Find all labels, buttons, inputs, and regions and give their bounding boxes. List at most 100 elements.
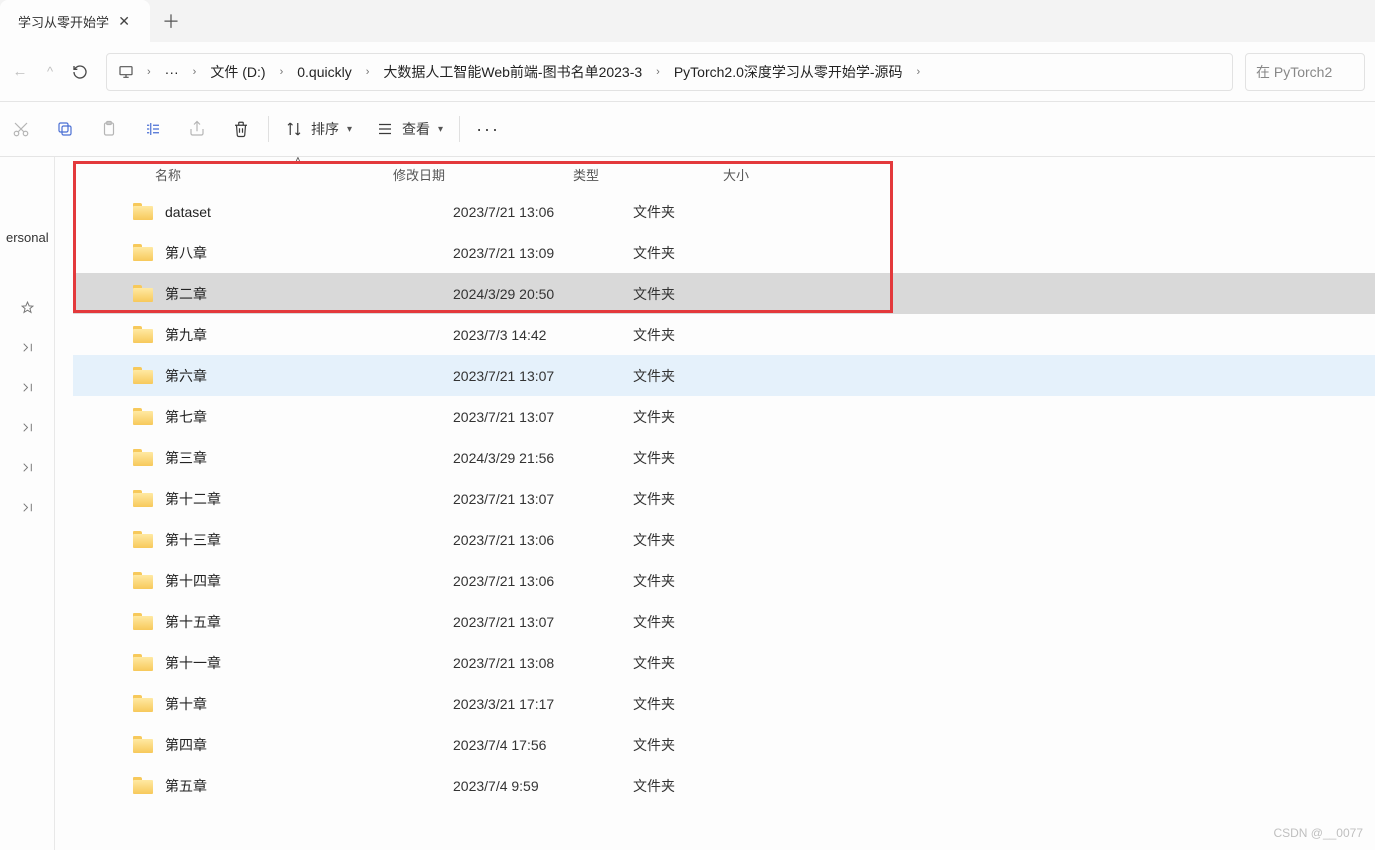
file-row[interactable]: dataset2023/7/21 13:06文件夹 [73, 191, 1375, 232]
file-date: 2023/7/21 13:07 [453, 491, 633, 507]
col-header-name[interactable]: 名称 [73, 165, 393, 184]
file-row[interactable]: 第九章2023/7/3 14:42文件夹 [73, 314, 1375, 355]
file-type: 文件夹 [633, 776, 783, 796]
cut-button[interactable] [0, 109, 44, 149]
file-name: 第十二章 [165, 489, 221, 509]
col-header-size[interactable]: 大小 [723, 165, 873, 184]
sidebar-item-personal[interactable]: ersonal [0, 217, 54, 257]
quick-access-pin[interactable] [0, 327, 54, 367]
file-row[interactable]: 第四章 2023/7/4 17:56文件夹 [73, 724, 1375, 765]
file-name: 第四章 [165, 735, 207, 755]
delete-button[interactable] [220, 109, 264, 149]
search-placeholder: 在 PyTorch2 [1256, 62, 1332, 82]
col-header-type[interactable]: 类型 [573, 165, 723, 184]
file-date: 2023/7/21 13:08 [453, 655, 633, 671]
file-row[interactable]: 第二章2024/3/29 20:50文件夹 [73, 273, 1375, 314]
file-row[interactable]: 第十四章 2023/7/21 13:06文件夹 [73, 560, 1375, 601]
view-label: 查看 [402, 119, 430, 139]
file-row[interactable]: 第三章 2024/3/29 21:56文件夹 [73, 437, 1375, 478]
breadcrumb-ellipsis[interactable]: ··· [161, 60, 183, 84]
breadcrumb-crumb[interactable]: 大数据人工智能Web前端-图书名单2023-3 [379, 58, 646, 86]
file-name: 第十章 [165, 694, 207, 714]
tab-bar: 学习从零开始学 ✕ ＋ [0, 0, 1375, 42]
file-name: 第九章 [165, 325, 207, 345]
file-type: 文件夹 [633, 530, 783, 550]
file-type: 文件夹 [633, 407, 783, 427]
chevron-right-icon: › [360, 66, 376, 78]
file-type: 文件夹 [633, 202, 783, 222]
file-type: 文件夹 [633, 571, 783, 591]
file-date: 2023/7/21 13:07 [453, 614, 633, 630]
file-row[interactable]: 第十三章2023/7/21 13:06文件夹 [73, 519, 1375, 560]
quick-access-pin[interactable] [0, 407, 54, 447]
refresh-button[interactable] [60, 52, 100, 92]
chevron-down-icon: ▾ [347, 124, 352, 135]
file-name: 第七章 [165, 407, 207, 427]
breadcrumb-crumb[interactable]: 0.quickly [293, 60, 355, 84]
sort-button[interactable]: 排序 ▾ [273, 109, 364, 149]
file-name: 第十四章 [165, 571, 221, 591]
folder-icon [133, 531, 155, 549]
file-row[interactable]: 第八章2023/7/21 13:09文件夹 [73, 232, 1375, 273]
folder-icon [133, 367, 155, 385]
rename-button[interactable] [132, 109, 176, 149]
file-date: 2023/3/21 17:17 [453, 696, 633, 712]
folder-icon [133, 244, 155, 262]
search-input[interactable]: 在 PyTorch2 [1245, 53, 1365, 91]
file-row[interactable]: 第十二章2023/7/21 13:07文件夹 [73, 478, 1375, 519]
file-row[interactable]: 第十一章 2023/7/21 13:08文件夹 [73, 642, 1375, 683]
file-name: 第十三章 [165, 530, 221, 550]
more-button[interactable]: ··· [464, 109, 512, 149]
back-button[interactable]: ← [0, 52, 40, 92]
folder-icon [133, 285, 155, 303]
close-tab-icon[interactable]: ✕ [112, 11, 136, 32]
copy-button[interactable] [44, 109, 88, 149]
file-row[interactable]: 第六章2023/7/21 13:07文件夹 [73, 355, 1375, 396]
column-headers[interactable]: ˄ 名称 修改日期 类型 大小 [73, 157, 1375, 191]
file-date: 2023/7/4 17:56 [453, 737, 633, 753]
breadcrumb[interactable]: › ··· › 文件 (D:) › 0.quickly › 大数据人工智能Web… [106, 53, 1233, 91]
file-type: 文件夹 [633, 448, 783, 468]
share-button[interactable] [176, 109, 220, 149]
file-date: 2023/7/21 13:07 [453, 409, 633, 425]
col-header-date[interactable]: 修改日期 [393, 165, 573, 184]
file-type: 文件夹 [633, 653, 783, 673]
quick-access-pin[interactable] [0, 447, 54, 487]
quick-access-pin[interactable] [0, 487, 54, 527]
file-date: 2023/7/21 13:07 [453, 368, 633, 384]
file-type: 文件夹 [633, 243, 783, 263]
file-name: 第三章 [165, 448, 207, 468]
chevron-right-icon: › [141, 66, 157, 78]
up-button[interactable]: ^ [40, 52, 60, 92]
file-row[interactable]: 第五章2023/7/4 9:59文件夹 [73, 765, 1375, 806]
file-date: 2024/3/29 21:56 [453, 450, 633, 466]
file-name: 第二章 [165, 284, 207, 304]
main-area: ersonal ˄ 名称 修改日期 类型 大小 dataset2023/7/21… [0, 157, 1375, 850]
quick-access-pin[interactable] [0, 287, 54, 327]
file-type: 文件夹 [633, 694, 783, 714]
file-name: dataset [165, 204, 211, 220]
file-date: 2023/7/21 13:06 [453, 573, 633, 589]
folder-icon [133, 736, 155, 754]
file-type: 文件夹 [633, 735, 783, 755]
file-row[interactable]: 第十章 2023/3/21 17:17文件夹 [73, 683, 1375, 724]
breadcrumb-crumb[interactable]: 文件 (D:) [206, 58, 269, 86]
file-row[interactable]: 第十五章2023/7/21 13:07文件夹 [73, 601, 1375, 642]
file-name: 第十一章 [165, 653, 221, 673]
toolbar-separator [268, 116, 269, 142]
view-button[interactable]: 查看 ▾ [364, 109, 455, 149]
toolbar: 排序 ▾ 查看 ▾ ··· [0, 102, 1375, 157]
file-row[interactable]: 第七章 2023/7/21 13:07文件夹 [73, 396, 1375, 437]
new-tab-button[interactable]: ＋ [150, 0, 192, 42]
quick-access-pin[interactable] [0, 367, 54, 407]
chevron-right-icon: › [911, 66, 927, 78]
active-tab[interactable]: 学习从零开始学 ✕ [0, 0, 150, 42]
sidebar-item-label: ersonal [6, 230, 54, 245]
folder-icon [133, 572, 155, 590]
paste-button[interactable] [88, 109, 132, 149]
file-name: 第六章 [165, 366, 207, 386]
chevron-right-icon: › [187, 66, 203, 78]
file-type: 文件夹 [633, 325, 783, 345]
chevron-right-icon: › [274, 66, 290, 78]
breadcrumb-crumb[interactable]: PyTorch2.0深度学习从零开始学-源码 [670, 58, 907, 86]
